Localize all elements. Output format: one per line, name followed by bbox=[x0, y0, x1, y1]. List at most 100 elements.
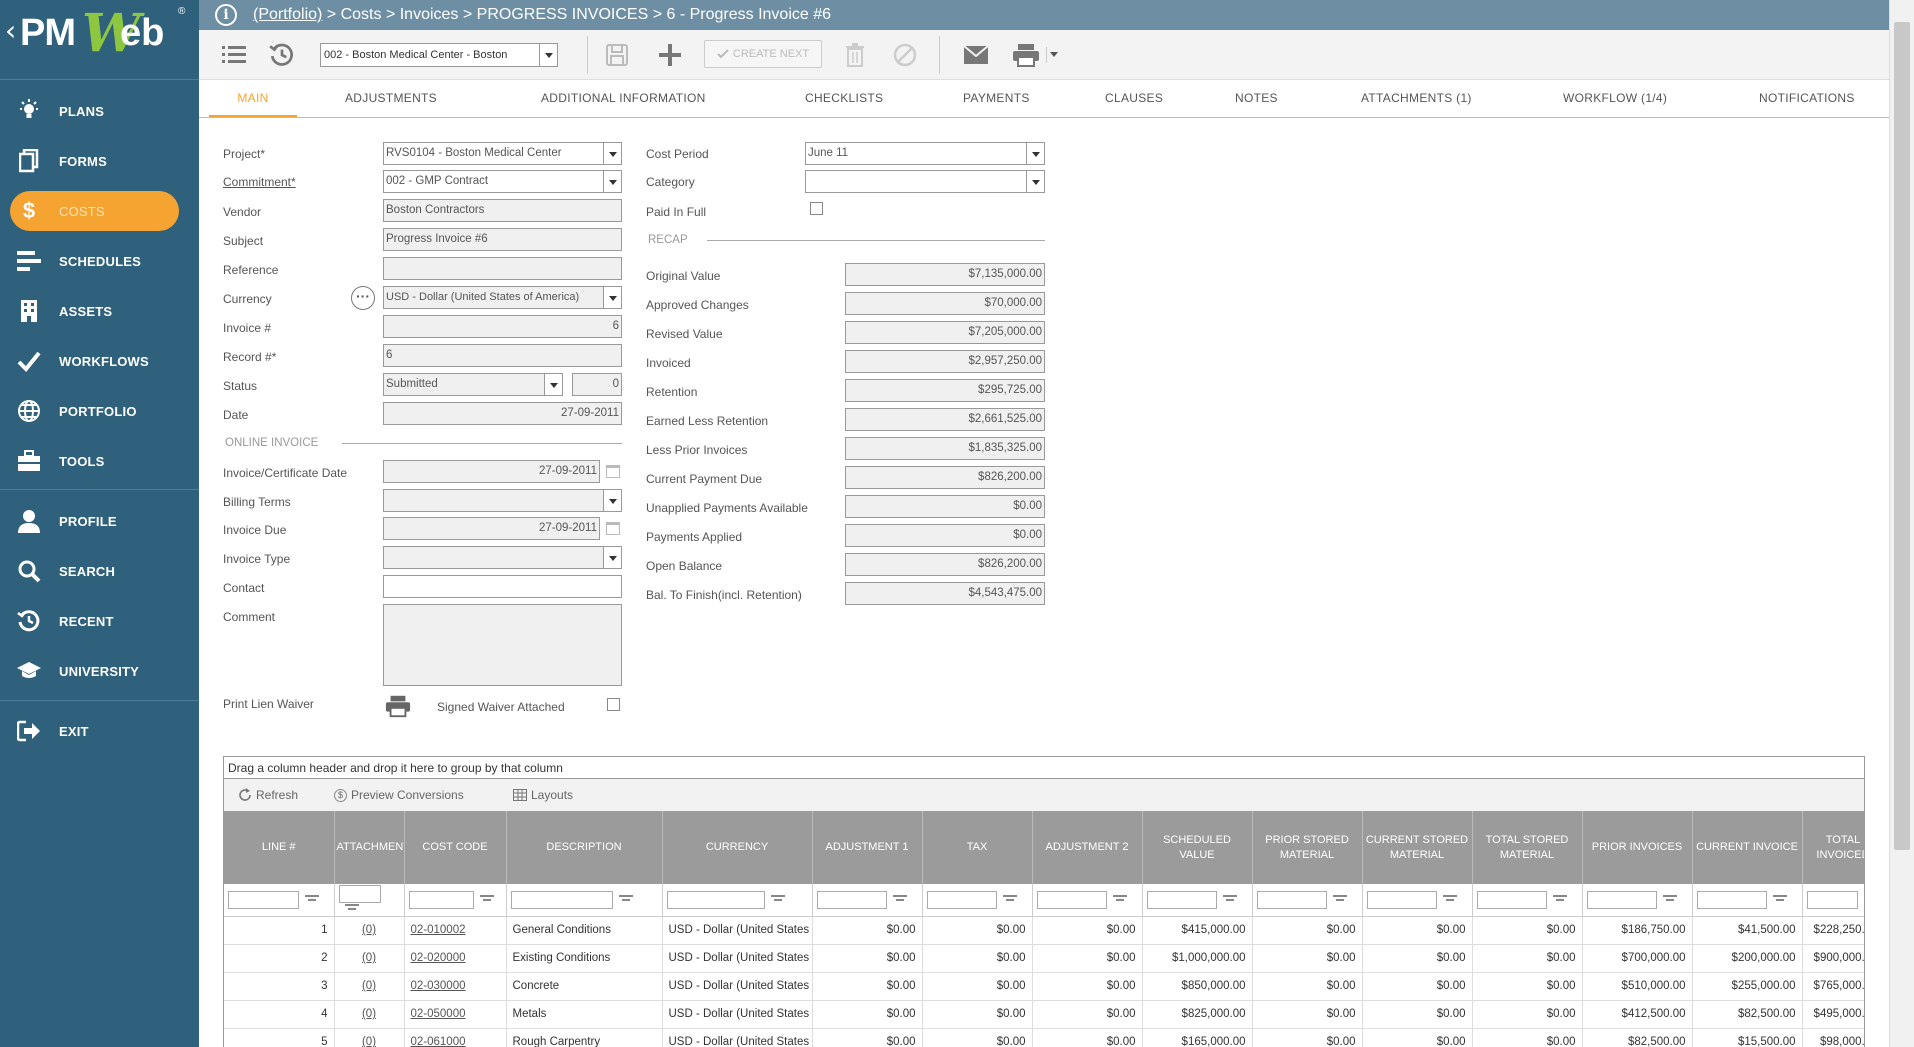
recap-value[interactable]: $7,135,000.00 bbox=[845, 263, 1045, 286]
chevron-down-icon[interactable] bbox=[544, 374, 562, 395]
layouts-button[interactable]: Layouts bbox=[513, 788, 573, 802]
column-header[interactable]: CURRENCY bbox=[662, 811, 813, 884]
table-row[interactable]: 3 (0) 02-030000 Concrete USD - Dollar (Unite… bbox=[224, 972, 1864, 1001]
sidebar-item-recent[interactable]: RECENT bbox=[0, 601, 199, 641]
filter-icon[interactable] bbox=[1773, 894, 1788, 905]
recap-value[interactable]: $295,725.00 bbox=[845, 379, 1045, 402]
chevron-down-icon[interactable] bbox=[603, 143, 621, 164]
column-header[interactable]: TOTAL INVOICED bbox=[1802, 811, 1864, 884]
more-options-icon[interactable]: ··· bbox=[351, 286, 375, 310]
tab-adjustments[interactable]: ADJUSTMENTS bbox=[345, 80, 437, 117]
column-header[interactable]: CURRENT STORED MATERIAL bbox=[1362, 811, 1473, 884]
status-select[interactable]: Submitted bbox=[383, 373, 563, 396]
pmweb-logo[interactable]: ‹ PM W eb ® bbox=[0, 0, 199, 80]
column-header[interactable]: ADJUSTMENT 1 bbox=[812, 811, 923, 884]
attachments-link[interactable]: (0) bbox=[362, 952, 376, 964]
cost-code-link[interactable]: 02-010002 bbox=[411, 924, 466, 936]
sidebar-item-university[interactable]: UNIVERSITY bbox=[0, 651, 199, 691]
back-chevron-icon[interactable]: ‹ bbox=[5, 14, 16, 47]
filter-input[interactable] bbox=[816, 890, 888, 909]
breadcrumb-portfolio-link[interactable]: (Portfolio) bbox=[253, 6, 322, 23]
sidebar-item-schedules[interactable]: SCHEDULES bbox=[0, 241, 199, 281]
status-number-field[interactable]: 0 bbox=[572, 373, 622, 396]
filter-input[interactable] bbox=[1036, 890, 1108, 909]
invoice-number-field[interactable]: 6 bbox=[383, 315, 622, 338]
record-number-field[interactable]: 6 bbox=[383, 344, 622, 367]
filter-icon[interactable] bbox=[305, 894, 320, 905]
date-field[interactable]: 27-09-2011 bbox=[383, 402, 622, 425]
tab-workflow[interactable]: WORKFLOW (1/4) bbox=[1563, 80, 1667, 117]
filter-input[interactable] bbox=[1256, 890, 1328, 909]
filter-input[interactable] bbox=[1146, 890, 1218, 909]
attachments-link[interactable]: (0) bbox=[362, 980, 376, 992]
column-header[interactable]: LINE # bbox=[224, 811, 335, 884]
billing-terms-select[interactable] bbox=[383, 489, 622, 512]
create-next-button[interactable]: CREATE NEXT bbox=[704, 40, 822, 68]
column-header[interactable]: COST CODE bbox=[404, 811, 507, 884]
column-header[interactable]: DESCRIPTION bbox=[506, 811, 663, 884]
column-header[interactable]: TOTAL STORED MATERIAL bbox=[1472, 811, 1583, 884]
chevron-down-icon[interactable] bbox=[603, 490, 621, 511]
print-lien-waiver-icon[interactable] bbox=[385, 694, 411, 721]
project-select[interactable]: RVS0104 - Boston Medical Center bbox=[383, 142, 622, 165]
refresh-button[interactable]: Refresh bbox=[238, 788, 298, 802]
contact-field[interactable] bbox=[383, 575, 622, 598]
cost-code-link[interactable]: 02-050000 bbox=[411, 1008, 466, 1020]
column-header[interactable]: PRIOR STORED MATERIAL bbox=[1252, 811, 1363, 884]
filter-icon[interactable] bbox=[1223, 894, 1238, 905]
column-header[interactable]: SCHEDULED VALUE bbox=[1142, 811, 1253, 884]
recap-value[interactable]: $70,000.00 bbox=[845, 292, 1045, 315]
recap-value[interactable]: $2,661,525.00 bbox=[845, 408, 1045, 431]
tab-checklists[interactable]: CHECKLISTS bbox=[805, 80, 883, 117]
filter-icon[interactable] bbox=[1443, 894, 1458, 905]
filter-icon[interactable] bbox=[893, 894, 908, 905]
scrollbar-thumb[interactable] bbox=[1894, 22, 1910, 850]
column-header[interactable]: ATTACHMENTS bbox=[334, 811, 405, 884]
commitment-select[interactable]: 002 - GMP Contract bbox=[383, 170, 622, 193]
chevron-down-icon[interactable] bbox=[603, 287, 621, 308]
filter-icon[interactable] bbox=[771, 894, 786, 905]
filter-input[interactable] bbox=[1586, 890, 1658, 909]
history-icon[interactable] bbox=[266, 39, 298, 71]
recap-value[interactable]: $1,835,325.00 bbox=[845, 437, 1045, 460]
cost-period-select[interactable]: June 11 bbox=[805, 142, 1045, 165]
filter-input[interactable] bbox=[338, 884, 382, 903]
filter-icon[interactable] bbox=[1863, 894, 1864, 905]
certificate-date-field[interactable]: 27-09-2011 bbox=[383, 460, 600, 483]
filter-input[interactable] bbox=[926, 890, 998, 909]
reference-field[interactable] bbox=[383, 257, 622, 280]
chevron-down-icon[interactable] bbox=[1026, 143, 1044, 164]
filter-input[interactable] bbox=[228, 890, 300, 909]
calendar-icon[interactable] bbox=[606, 465, 620, 478]
sidebar-item-exit[interactable]: EXIT bbox=[0, 711, 199, 751]
filter-icon[interactable] bbox=[1003, 894, 1018, 905]
commitment-link[interactable]: Commitment* bbox=[223, 175, 296, 189]
filter-icon[interactable] bbox=[1663, 894, 1678, 905]
recap-value[interactable]: $0.00 bbox=[845, 495, 1045, 518]
sidebar-item-workflows[interactable]: WORKFLOWS bbox=[0, 341, 199, 381]
sidebar-item-portfolio[interactable]: PORTFOLIO bbox=[0, 391, 199, 431]
chevron-down-icon[interactable] bbox=[603, 547, 621, 568]
recap-value[interactable]: $7,205,000.00 bbox=[845, 321, 1045, 344]
table-row[interactable]: 1 (0) 02-010002 General Conditions USD - Dol… bbox=[224, 916, 1864, 945]
paid-in-full-checkbox[interactable] bbox=[810, 202, 823, 215]
chevron-down-icon[interactable] bbox=[603, 171, 621, 192]
filter-icon[interactable] bbox=[619, 894, 634, 905]
currency-select[interactable]: USD - Dollar (United States of America) bbox=[383, 286, 622, 309]
preview-conversions-button[interactable]: $ Preview Conversions bbox=[334, 788, 464, 802]
attachments-link[interactable]: (0) bbox=[362, 924, 376, 936]
sidebar-item-costs[interactable]: $ COSTS bbox=[10, 191, 179, 231]
delete-trash-icon[interactable] bbox=[839, 39, 871, 71]
recap-value[interactable]: $826,200.00 bbox=[845, 466, 1045, 489]
tab-notifications[interactable]: NOTIFICATIONS bbox=[1759, 80, 1855, 117]
cost-code-link[interactable]: 02-061000 bbox=[411, 1036, 466, 1047]
page-scrollbar[interactable] bbox=[1889, 0, 1914, 1047]
project-selector[interactable]: 002 - Boston Medical Center - Boston bbox=[320, 43, 558, 67]
sidebar-item-profile[interactable]: PROFILE bbox=[0, 501, 199, 541]
recap-value[interactable]: $2,957,250.00 bbox=[845, 350, 1045, 373]
recap-value[interactable]: $4,543,475.00 bbox=[845, 582, 1045, 605]
table-row[interactable]: 4 (0) 02-050000 Metals USD - Dollar (United … bbox=[224, 1000, 1864, 1029]
info-icon[interactable]: i bbox=[215, 4, 237, 26]
table-row[interactable]: 5 (0) 02-061000 Rough Carpentry USD - Dollar… bbox=[224, 1028, 1864, 1047]
subject-field[interactable]: Progress Invoice #6 bbox=[383, 228, 622, 251]
